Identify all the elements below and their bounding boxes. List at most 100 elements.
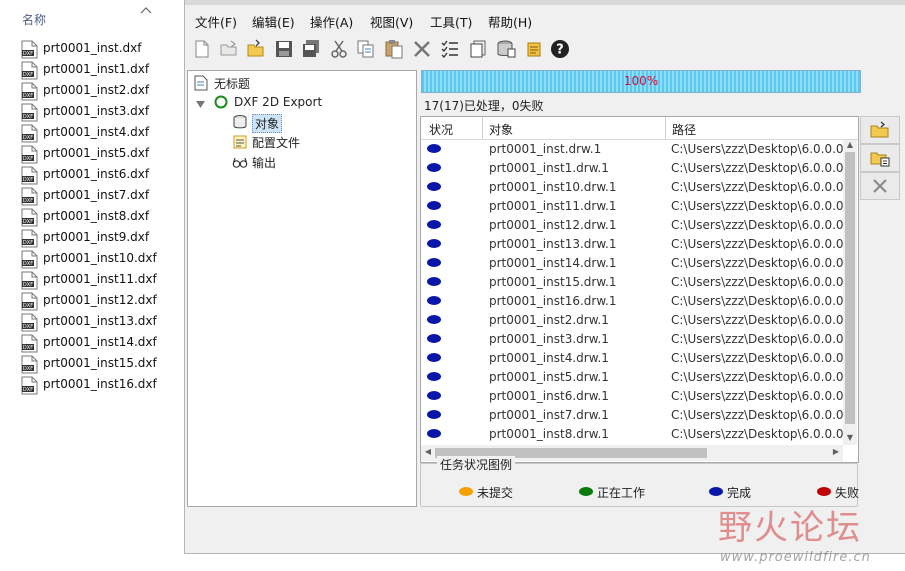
file-item[interactable]: DXF prt0001_inst15.dxf (0, 354, 176, 375)
table-row[interactable]: prt0001_inst5.drw.1 C:\Users\zzz\Desktop\… (421, 368, 848, 387)
save-all-icon[interactable] (300, 38, 322, 60)
table-row[interactable]: prt0001_inst3.drw.1 C:\Users\zzz\Desktop\… (421, 330, 848, 349)
column-divider[interactable] (665, 117, 666, 139)
dxf-file-icon: DXF (21, 187, 38, 206)
new-icon[interactable] (191, 38, 213, 60)
column-divider[interactable] (482, 117, 483, 139)
add-folder-icon[interactable] (860, 116, 900, 144)
add-files-icon[interactable] (860, 144, 900, 172)
table-row[interactable]: prt0001_inst8.drw.1 C:\Users\zzz\Desktop\… (421, 425, 848, 444)
path-cell: C:\Users\zzz\Desktop\6.0.0.0f (671, 351, 848, 365)
file-name: prt0001_inst8.dxf (43, 209, 150, 223)
table-row[interactable]: prt0001_inst15.drw.1 C:\Users\zzz\Desktop… (421, 273, 848, 292)
file-item[interactable]: DXF prt0001_inst7.dxf (0, 186, 176, 207)
file-item[interactable]: DXF prt0001_inst.dxf (0, 39, 176, 60)
file-item[interactable]: DXF prt0001_inst5.dxf (0, 144, 176, 165)
menu-tools[interactable]: 工具(T) (430, 12, 472, 31)
object-cell: prt0001_inst16.drw.1 (489, 294, 617, 308)
checklist-icon[interactable] (439, 38, 461, 60)
table-row[interactable]: prt0001_inst13.drw.1 C:\Users\zzz\Desktop… (421, 235, 848, 254)
copy-page-icon[interactable] (467, 38, 489, 60)
legend-title: 任务状况图例 (437, 456, 516, 473)
help-icon[interactable]: ? (549, 38, 571, 60)
collapse-arrow-icon[interactable] (196, 98, 205, 112)
file-item[interactable]: DXF prt0001_inst12.dxf (0, 291, 176, 312)
menu-edit[interactable]: 编辑(E) (252, 12, 295, 31)
progress-bar: 100% (421, 70, 861, 93)
file-name: prt0001_inst16.dxf (43, 377, 157, 391)
file-item[interactable]: DXF prt0001_inst13.dxf (0, 312, 176, 333)
status-done-dot (427, 315, 441, 324)
objects-icon (232, 114, 248, 130)
dxf-file-icon: DXF (21, 334, 38, 353)
menu-view[interactable]: 视图(V) (370, 12, 413, 31)
table-row[interactable]: prt0001_inst12.drw.1 C:\Users\zzz\Desktop… (421, 216, 848, 235)
paste-icon[interactable] (383, 38, 405, 60)
table-row[interactable]: prt0001_inst7.drw.1 C:\Users\zzz\Desktop\… (421, 406, 848, 425)
legend-dot (579, 487, 593, 496)
vertical-scroll-thumb[interactable] (845, 152, 855, 424)
file-explorer: 名称 DXF prt0001_inst.dxf DXF prt0001_inst1.d… (0, 0, 176, 571)
file-item[interactable]: DXF prt0001_inst11.dxf (0, 270, 176, 291)
file-item[interactable]: DXF prt0001_inst2.dxf (0, 81, 176, 102)
database-icon[interactable] (495, 38, 517, 60)
open-icon[interactable] (218, 38, 240, 60)
menu-operation[interactable]: 操作(A) (310, 12, 353, 31)
table-row[interactable]: prt0001_inst16.drw.1 C:\Users\zzz\Desktop… (421, 292, 848, 311)
title-bar-edge (185, 0, 905, 5)
path-cell: C:\Users\zzz\Desktop\6.0.0.0f (671, 370, 848, 384)
file-item[interactable]: DXF prt0001_inst4.dxf (0, 123, 176, 144)
column-header[interactable]: 名称 (0, 0, 176, 36)
sort-chevron-icon[interactable] (140, 3, 152, 17)
table-row[interactable]: prt0001_inst4.drw.1 C:\Users\zzz\Desktop\… (421, 349, 848, 368)
column-status[interactable]: 状况 (429, 121, 453, 138)
table-row[interactable]: prt0001_inst6.drw.1 C:\Users\zzz\Desktop\… (421, 387, 848, 406)
file-item[interactable]: DXF prt0001_inst9.dxf (0, 228, 176, 249)
object-cell: prt0001_inst11.drw.1 (489, 199, 617, 213)
scroll-up-icon[interactable]: ▲ (843, 140, 857, 152)
legend-label: 正在工作 (597, 486, 646, 500)
file-item[interactable]: DXF prt0001_inst14.dxf (0, 333, 176, 354)
table-row[interactable]: prt0001_inst1.drw.1 C:\Users\zzz\Desktop\… (421, 159, 848, 178)
table-row[interactable]: prt0001_inst10.drw.1 C:\Users\zzz\Desktop… (421, 178, 848, 197)
scroll-down-icon[interactable]: ▼ (843, 433, 857, 445)
legend-label: 失败 (835, 486, 860, 500)
file-name: prt0001_inst.dxf (43, 41, 142, 55)
scroll-left-icon[interactable]: ◀ (421, 447, 435, 456)
object-cell: prt0001_inst5.drw.1 (489, 370, 609, 384)
menu-help[interactable]: 帮助(H) (488, 12, 532, 31)
legend-dot (817, 487, 831, 496)
file-item[interactable]: DXF prt0001_inst16.dxf (0, 375, 176, 396)
file-item[interactable]: DXF prt0001_inst8.dxf (0, 207, 176, 228)
vertical-scrollbar[interactable]: ▲ ▼ (843, 140, 857, 445)
save-icon[interactable] (273, 38, 295, 60)
scroll-right-icon[interactable]: ▶ (829, 447, 843, 456)
cut-icon[interactable] (328, 38, 350, 60)
table-row[interactable]: prt0001_inst2.drw.1 C:\Users\zzz\Desktop\… (421, 311, 848, 330)
file-name: prt0001_inst1.dxf (43, 62, 150, 76)
file-item[interactable]: DXF prt0001_inst6.dxf (0, 165, 176, 186)
file-item[interactable]: DXF prt0001_inst3.dxf (0, 102, 176, 123)
file-name: prt0001_inst6.dxf (43, 167, 150, 181)
svg-text:DXF: DXF (23, 135, 33, 141)
remove-icon[interactable] (860, 172, 900, 200)
svg-text:DXF: DXF (23, 282, 33, 288)
status-done-dot (427, 258, 441, 267)
table-row[interactable]: prt0001_inst14.drw.1 C:\Users\zzz\Desktop… (421, 254, 848, 273)
file-item[interactable]: DXF prt0001_inst10.dxf (0, 249, 176, 270)
open-folder-icon[interactable] (245, 38, 267, 60)
column-path[interactable]: 路径 (672, 121, 696, 138)
object-cell: prt0001_inst12.drw.1 (489, 218, 617, 232)
notes-icon[interactable] (523, 38, 545, 60)
path-cell: C:\Users\zzz\Desktop\6.0.0.0f (671, 199, 848, 213)
delete-icon[interactable] (411, 38, 433, 60)
menu-file[interactable]: 文件(F) (195, 12, 237, 31)
path-cell: C:\Users\zzz\Desktop\6.0.0.0f (671, 180, 848, 194)
file-item[interactable]: DXF prt0001_inst1.dxf (0, 60, 176, 81)
copy-icon[interactable] (355, 38, 377, 60)
column-object[interactable]: 对象 (489, 121, 513, 138)
table-row[interactable]: prt0001_inst.drw.1 C:\Users\zzz\Desktop\6… (421, 140, 848, 159)
object-cell: prt0001_inst6.drw.1 (489, 389, 609, 403)
table-row[interactable]: prt0001_inst11.drw.1 C:\Users\zzz\Desktop… (421, 197, 848, 216)
status-ring-icon (214, 95, 228, 112)
